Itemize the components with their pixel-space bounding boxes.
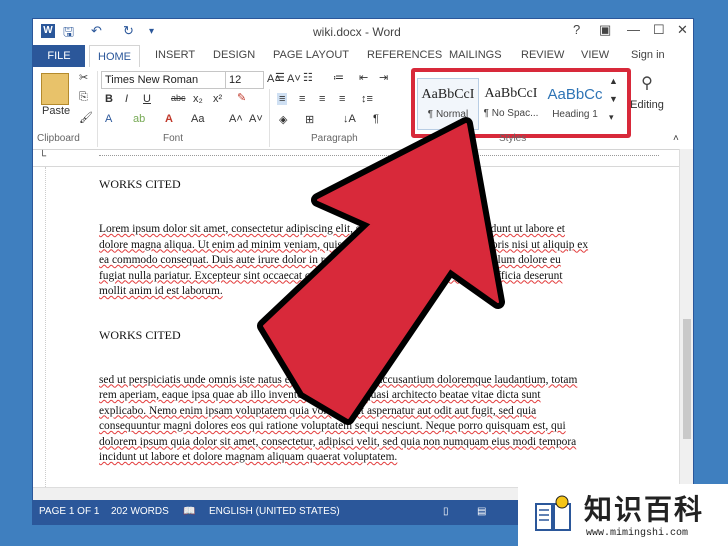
red-arrow-icon	[257, 117, 505, 425]
watermark-url: www.mimingshi.com	[586, 528, 689, 539]
watermark: 知识百科 www.mimingshi.com	[518, 484, 728, 546]
book-lightbulb-icon	[535, 495, 571, 531]
watermark-text: 知识百科	[584, 493, 705, 526]
